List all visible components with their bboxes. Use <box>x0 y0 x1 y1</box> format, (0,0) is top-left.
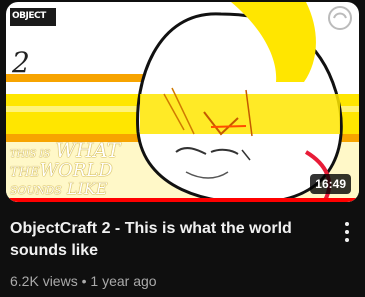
watch-progress-fill <box>6 198 359 202</box>
duration-badge: 16:49 <box>310 174 351 194</box>
thumbnail-number: 2 <box>12 46 30 79</box>
menu-dot <box>345 222 349 226</box>
video-card[interactable]: OBJECT 2 THIS IS WHAT THEWORLD SOUNDS LI… <box>0 0 365 297</box>
meta-separator: • <box>81 273 87 289</box>
menu-dot <box>345 238 349 242</box>
channel-logo: OBJECT <box>12 11 46 21</box>
upload-age: 1 year ago <box>90 273 157 289</box>
video-metadata: 6.2K views • 1 year ago <box>10 271 157 291</box>
thumbnail-caption: THIS IS WHAT THEWORLD SOUNDS LIKE <box>10 138 120 198</box>
video-thumbnail[interactable]: OBJECT 2 THIS IS WHAT THEWORLD SOUNDS LI… <box>6 2 359 202</box>
view-count: 6.2K views <box>10 273 78 289</box>
video-title[interactable]: ObjectCraft 2 - This is what the world s… <box>10 218 325 262</box>
kebab-vertical-icon[interactable] <box>335 218 359 246</box>
watch-progress-bar <box>6 198 359 202</box>
menu-dot <box>345 230 349 234</box>
